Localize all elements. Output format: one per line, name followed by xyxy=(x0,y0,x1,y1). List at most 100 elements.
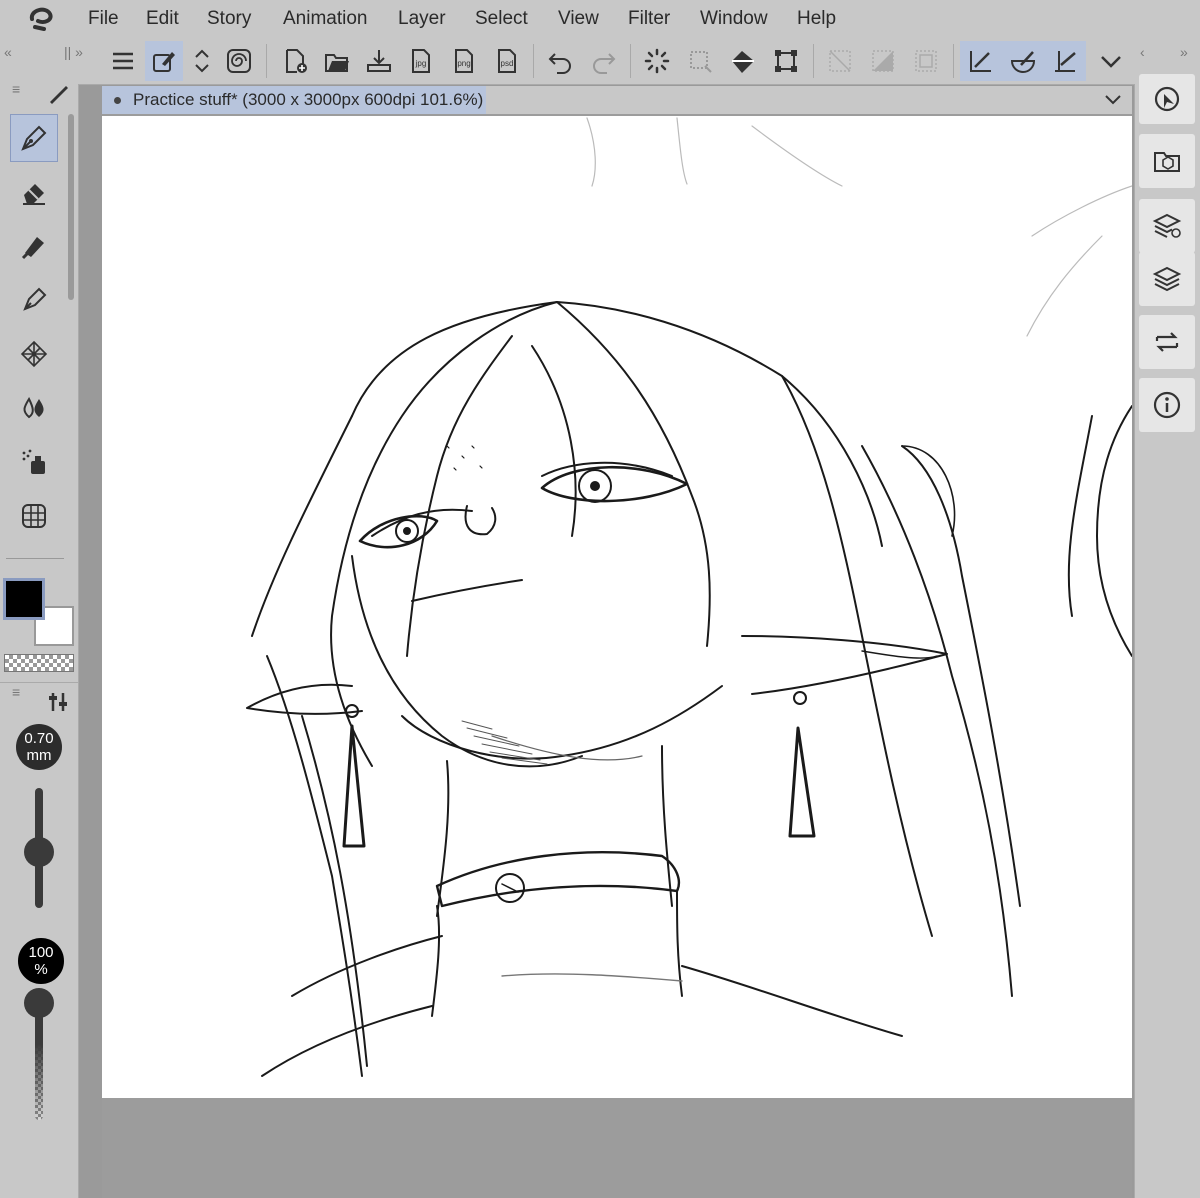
fill-button[interactable] xyxy=(724,41,762,81)
spiral-icon xyxy=(227,49,251,73)
tool-fill[interactable] xyxy=(10,222,58,270)
menu-filter[interactable]: Filter xyxy=(628,8,670,30)
brush-opacity-unit: % xyxy=(34,961,48,978)
brush-size-badge[interactable]: 0.70 mm xyxy=(16,724,62,770)
open-folder-icon xyxy=(325,54,349,72)
navigator-button[interactable] xyxy=(1139,74,1195,124)
property-panel-menu-icon[interactable]: ≡ xyxy=(12,684,20,700)
menu-view[interactable]: View xyxy=(558,8,599,30)
dotted-select-icon xyxy=(690,51,712,73)
menu-file[interactable]: File xyxy=(88,8,119,30)
brush-opacity-badge[interactable]: 100 % xyxy=(16,936,66,986)
select-all-button[interactable] xyxy=(681,41,719,81)
sketch-drawing xyxy=(246,117,1132,1077)
svg-text:psd: psd xyxy=(501,59,514,68)
undo-icon xyxy=(548,53,571,74)
right-collapse-icon[interactable]: ‹ xyxy=(1140,44,1145,60)
app-logo-icon[interactable] xyxy=(26,5,56,33)
collapse-left-icon[interactable]: « xyxy=(4,44,12,60)
tool-ink-drop[interactable] xyxy=(10,384,58,432)
brush-opacity-slider-thumb[interactable] xyxy=(24,988,54,1018)
spinner-icon xyxy=(644,48,670,74)
main-color-swatch[interactable] xyxy=(3,578,45,620)
paint-bucket-icon xyxy=(732,51,754,73)
export-jpg-button[interactable]: jpg xyxy=(402,41,440,81)
file-psd-icon: psd xyxy=(498,49,516,73)
tab-menu-chevron-icon[interactable] xyxy=(1104,92,1122,108)
blend-icon xyxy=(20,340,48,368)
ruler-button[interactable] xyxy=(960,41,1002,81)
menu-help[interactable]: Help xyxy=(797,8,836,30)
menu-layer[interactable]: Layer xyxy=(398,8,446,30)
file-jpg-icon: jpg xyxy=(412,49,430,73)
tool-blend[interactable] xyxy=(10,330,58,378)
brush-size-slider-thumb[interactable] xyxy=(24,837,54,867)
file-png-icon: png xyxy=(455,49,473,73)
document-tab[interactable]: Practice stuff* (3000 x 3000px 600dpi 10… xyxy=(102,86,486,114)
expand-button[interactable] xyxy=(183,41,221,81)
export-png-button[interactable]: png xyxy=(445,41,483,81)
command-bar: « || » jpg png psd ‹ » xyxy=(0,38,1200,85)
more-tools-button[interactable] xyxy=(1092,41,1130,81)
tool-pen[interactable] xyxy=(10,114,58,162)
invert-select-icon xyxy=(872,50,894,72)
menu-story[interactable]: Story xyxy=(207,8,251,30)
brush-size-unit: mm xyxy=(26,747,52,764)
eraser-icon xyxy=(23,184,45,205)
tool-airbrush[interactable] xyxy=(10,438,58,486)
menu-edit[interactable]: Edit xyxy=(146,8,179,30)
panel-divider-2 xyxy=(0,682,78,683)
undo-button[interactable] xyxy=(542,41,580,81)
perspective-ruler-icon xyxy=(1055,51,1076,72)
tool-eraser[interactable] xyxy=(10,168,58,216)
layers-icon xyxy=(1152,266,1182,292)
drawing-canvas[interactable] xyxy=(102,116,1132,1098)
open-file-button[interactable] xyxy=(318,41,356,81)
tool-grid[interactable] xyxy=(10,492,58,540)
perspective-ruler-button[interactable] xyxy=(1044,41,1086,81)
layer-property-button[interactable] xyxy=(1139,199,1195,253)
brush-tab-icon[interactable] xyxy=(46,80,72,106)
collapse-right-icon[interactable]: || » xyxy=(64,44,83,60)
spiral-button[interactable] xyxy=(220,41,258,81)
save-button[interactable] xyxy=(360,41,398,81)
invert-selection-button[interactable] xyxy=(864,41,902,81)
material-button[interactable] xyxy=(1139,134,1195,188)
document-tab-bar: Practice stuff* (3000 x 3000px 600dpi 10… xyxy=(102,86,1132,114)
info-button[interactable] xyxy=(1139,378,1195,432)
tool-property-icon[interactable] xyxy=(46,690,70,714)
pen-icon xyxy=(21,125,47,151)
tool-panel: ≡ ≡ 0.70 mm 100 % xyxy=(0,81,79,1198)
panel-menu-icon[interactable]: ≡ xyxy=(12,81,20,97)
auto-action-button[interactable] xyxy=(1139,315,1195,369)
clear-selection-button[interactable] xyxy=(821,41,859,81)
unsaved-dot-icon xyxy=(114,96,121,104)
transform-icon xyxy=(775,50,797,72)
ink-drop-icon xyxy=(23,396,44,419)
menu-animation[interactable]: Animation xyxy=(283,8,368,30)
selection-border-button[interactable] xyxy=(907,41,945,81)
redo-icon xyxy=(593,53,616,74)
right-expand-icon[interactable]: » xyxy=(1180,44,1188,60)
save-download-icon xyxy=(367,50,391,72)
menu-select[interactable]: Select xyxy=(475,8,528,30)
hamburger-icon xyxy=(113,52,133,70)
layer-property-icon xyxy=(1152,213,1182,238)
edit-pen-icon xyxy=(153,52,175,72)
loading-button[interactable] xyxy=(638,41,676,81)
transparent-color-swatch[interactable] xyxy=(4,654,74,672)
fill-icon xyxy=(21,237,44,260)
export-psd-button[interactable]: psd xyxy=(488,41,526,81)
menu-window[interactable]: Window xyxy=(700,8,768,30)
tool-scrollbar[interactable] xyxy=(68,114,74,300)
transform-button[interactable] xyxy=(767,41,805,81)
menu-hamburger-button[interactable] xyxy=(104,41,142,81)
expand-arrows-icon xyxy=(195,49,209,73)
redo-button[interactable] xyxy=(584,41,622,81)
edit-mode-button[interactable] xyxy=(145,41,183,81)
new-file-button[interactable] xyxy=(276,41,314,81)
layers-button[interactable] xyxy=(1139,252,1195,306)
tool-decoration[interactable] xyxy=(10,276,58,324)
curve-ruler-button[interactable] xyxy=(1002,41,1044,81)
info-icon xyxy=(1153,391,1181,419)
